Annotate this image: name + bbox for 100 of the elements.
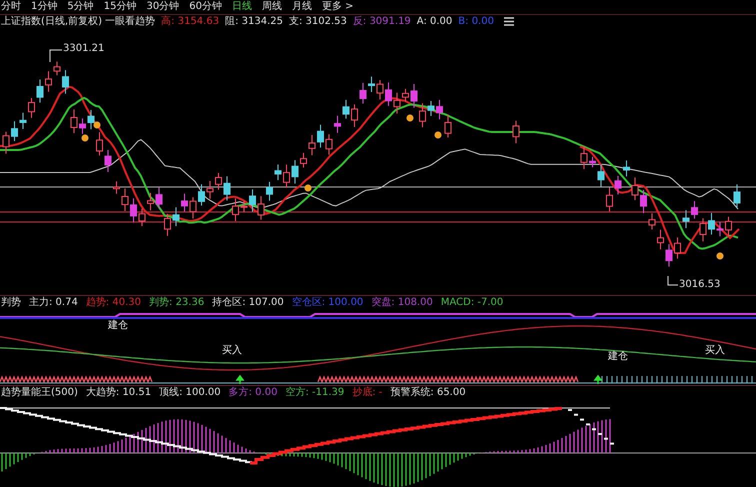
candlestick xyxy=(28,98,35,118)
candlestick xyxy=(156,187,162,210)
indicator-value: 持仓区: 107.00 xyxy=(212,298,284,308)
candlestick xyxy=(342,99,350,120)
signal-dot xyxy=(716,252,724,260)
candlestick xyxy=(147,192,154,211)
candlestick xyxy=(113,180,120,194)
candlestick xyxy=(122,188,128,212)
candlestick xyxy=(640,189,647,214)
candlestick xyxy=(614,175,622,195)
timeframe-tab[interactable]: 5分钟 xyxy=(67,2,94,12)
candlestick xyxy=(88,110,94,130)
timeframe-tab[interactable]: 15分钟 xyxy=(104,2,136,12)
timeframe-tab[interactable]: 60分钟 xyxy=(189,2,222,12)
candlestick xyxy=(308,134,316,156)
candlestick xyxy=(632,177,638,201)
signal-dot xyxy=(406,114,414,122)
timeframe-tab[interactable]: 月线 xyxy=(292,2,312,12)
indicator-value: 判势: 23.36 xyxy=(149,298,204,308)
signal-label: 建仓 xyxy=(608,352,628,362)
indicator-value: 支: 3102.53 xyxy=(288,16,347,26)
candlestick xyxy=(716,222,724,237)
candlestick xyxy=(62,70,69,94)
candlestick xyxy=(232,198,239,222)
candlestick xyxy=(2,131,10,154)
candlestick xyxy=(215,172,222,190)
timeframe-tab[interactable]: 分时 xyxy=(1,2,21,12)
timeframe-tab[interactable]: 更多 > xyxy=(322,2,354,12)
signal-dot xyxy=(94,122,100,128)
candlestick xyxy=(266,181,273,202)
candlestick xyxy=(410,83,418,108)
candlestick xyxy=(190,196,196,220)
indicator-value: 多方: 0.00 xyxy=(228,388,278,398)
candlestick xyxy=(224,176,230,201)
candlestick xyxy=(376,80,384,100)
indicator-value: B: 0.00 xyxy=(458,16,494,26)
price-label: 3301.21 xyxy=(63,44,104,54)
indicator-value: 突盘: 108.00 xyxy=(371,298,433,308)
signal-dot xyxy=(434,132,442,138)
indicator-value: MACD: -7.00 xyxy=(440,298,504,308)
candlestick xyxy=(606,187,613,212)
up-arrow-icon xyxy=(594,374,602,385)
indicator-value: 主力: 0.74 xyxy=(29,298,78,308)
signal-label: 建仓 xyxy=(108,321,128,331)
candlestick xyxy=(130,198,137,223)
timeframe-tab[interactable]: 1分钟 xyxy=(31,2,58,12)
timeframe-tab[interactable]: 日线 xyxy=(232,2,252,12)
candlestick xyxy=(138,208,146,227)
candlestick xyxy=(36,78,44,104)
chart-title: 上证指数(日线,前复权) 一眼看趋势 xyxy=(1,16,156,26)
candlestick xyxy=(360,82,366,104)
indicator-value: 抄底: - xyxy=(352,388,382,398)
candlestick xyxy=(104,150,112,172)
candlestick xyxy=(444,114,452,138)
candlestick xyxy=(274,164,282,181)
candlestick xyxy=(648,212,656,230)
timeframe-tab[interactable]: 30分钟 xyxy=(146,2,180,12)
candlestick xyxy=(317,124,324,148)
candlestick xyxy=(700,218,706,242)
candlestick xyxy=(682,210,690,229)
candlestick xyxy=(436,99,443,120)
candlestick xyxy=(708,212,715,235)
candlestick xyxy=(512,120,520,144)
candlestick xyxy=(326,134,332,156)
indicator-value: 顶线: 100.00 xyxy=(159,388,221,398)
indicator-value: 大趋势: 10.51 xyxy=(86,388,152,398)
candlestick xyxy=(402,88,409,102)
candlestick xyxy=(734,184,740,208)
candlestick xyxy=(181,193,188,212)
candlestick xyxy=(334,115,341,134)
candlestick xyxy=(11,120,18,142)
candlestick xyxy=(96,132,103,156)
candlestick xyxy=(292,160,298,184)
timeframe-tab[interactable]: 周线 xyxy=(262,2,282,12)
candlestick xyxy=(79,118,86,134)
candlestick xyxy=(45,70,52,92)
candlestick xyxy=(725,216,732,237)
candlestick xyxy=(385,82,392,106)
candlestick xyxy=(283,164,290,188)
menu-icon[interactable] xyxy=(504,17,514,26)
candlestick xyxy=(657,229,664,250)
signal-dot xyxy=(304,184,312,192)
candlestick xyxy=(54,61,60,76)
candlestick xyxy=(368,76,375,92)
candlestick xyxy=(428,100,434,117)
candlestick xyxy=(70,109,78,134)
leader-line xyxy=(668,276,678,286)
indicator-value: 阻: 3134.25 xyxy=(225,16,283,26)
candlestick xyxy=(249,188,256,212)
candlestick xyxy=(580,145,588,170)
trend-step-line xyxy=(567,409,615,445)
candlestick xyxy=(598,164,604,188)
indicator-value: 趋势: 40.30 xyxy=(86,298,142,308)
signal-dot xyxy=(82,134,88,142)
indicator-value: A: 0.00 xyxy=(416,16,452,26)
indicator-value: 反: 3091.19 xyxy=(352,16,411,26)
up-arrow-icon xyxy=(236,374,244,385)
candlestick xyxy=(691,200,698,220)
indicator-value: 空仓区: 100.00 xyxy=(292,298,364,308)
candlestick xyxy=(172,206,180,227)
